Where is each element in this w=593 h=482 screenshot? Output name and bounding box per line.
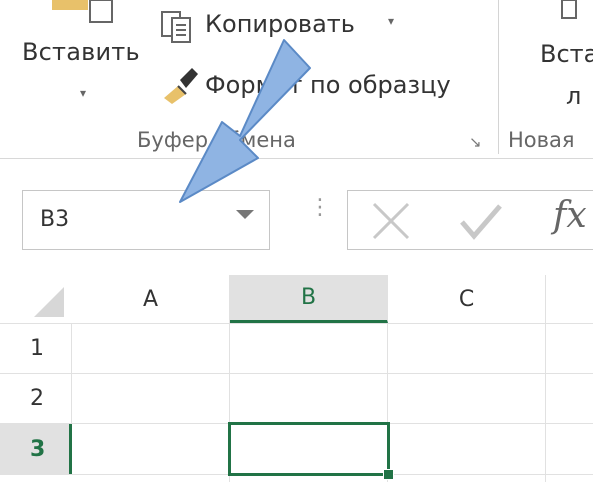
cell-b1[interactable] bbox=[230, 324, 387, 373]
column-divider bbox=[545, 324, 546, 482]
cell-a3[interactable] bbox=[73, 424, 229, 474]
row-header-3[interactable]: 3 bbox=[0, 424, 72, 474]
copy-dropdown-caret[interactable]: ▾ bbox=[388, 14, 394, 28]
cell-a2[interactable] bbox=[73, 374, 229, 423]
cell-b2[interactable] bbox=[230, 374, 387, 423]
paste-icon[interactable] bbox=[52, 0, 122, 30]
column-header-c[interactable]: C bbox=[388, 275, 546, 323]
select-all-corner[interactable] bbox=[0, 275, 72, 323]
row-header-2[interactable]: 2 bbox=[0, 374, 72, 423]
close-icon[interactable] bbox=[368, 198, 414, 244]
cell-a1[interactable] bbox=[73, 324, 229, 373]
paste-button-label[interactable]: Вставить bbox=[22, 38, 140, 66]
cell-c1[interactable] bbox=[388, 324, 545, 373]
cell-c2[interactable] bbox=[388, 374, 545, 423]
column-header-a[interactable]: A bbox=[72, 275, 230, 323]
annotation-arrow-icon bbox=[160, 30, 350, 220]
insert-button-label-line2[interactable]: л bbox=[566, 82, 581, 110]
name-box-value[interactable]: B3 bbox=[40, 207, 69, 232]
row-header-1[interactable]: 1 bbox=[0, 324, 72, 373]
ribbon-group-separator bbox=[498, 0, 499, 154]
check-icon[interactable] bbox=[456, 198, 506, 244]
fx-icon[interactable]: fx bbox=[553, 195, 587, 236]
insert-button-label[interactable]: Вста bbox=[540, 40, 593, 68]
paste-dropdown-caret[interactable]: ▾ bbox=[80, 86, 86, 100]
insert-icon-partial[interactable] bbox=[560, 0, 580, 22]
new-group-label: Новая bbox=[508, 128, 575, 152]
dialog-launcher-icon[interactable]: ↘ bbox=[469, 133, 482, 151]
cell-c3[interactable] bbox=[391, 424, 545, 474]
cell-b3-selected[interactable] bbox=[228, 422, 390, 476]
column-header-b[interactable]: B bbox=[230, 275, 388, 323]
column-header-partial[interactable] bbox=[546, 275, 593, 323]
